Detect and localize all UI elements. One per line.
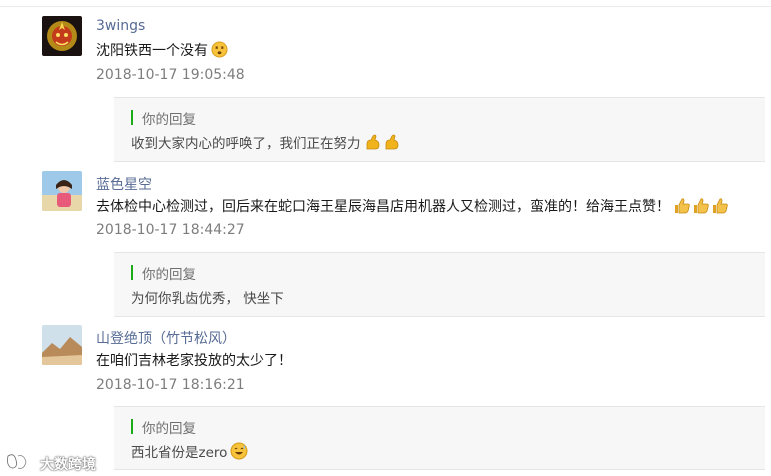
comment-text-content: 去体检中心检测过，回后来在蛇口海王星辰海昌店用机器人又检测过，蛮准的！给海王点赞… <box>96 199 670 215</box>
reply-text: 西北省份是zero <box>131 441 248 464</box>
author-reply: 你的回复 西北省份是zero <box>114 406 765 470</box>
avatar[interactable] <box>42 171 82 211</box>
watermark: 大数跨境 <box>4 451 108 473</box>
watermark-text: 大数跨境 <box>40 457 96 473</box>
reply-text-content: 为何你乳齿优秀， 快坐下 <box>131 291 284 307</box>
comment-text-content: 沈阳铁西一个没有 <box>96 43 208 59</box>
comment-author[interactable]: 3wings <box>96 18 145 34</box>
thumbs-up-emoji-icon <box>692 197 710 218</box>
reply-text-content: 收到大家内心的呼唤了，我们正在努力 <box>131 136 361 152</box>
comment-timestamp: 2018-10-17 18:44:27 <box>96 222 245 238</box>
reply-text: 收到大家内心的呼唤了，我们正在努力 <box>131 132 401 155</box>
comment-timestamp: 2018-10-17 18:16:21 <box>96 377 245 393</box>
grinning-sweat-emoji-icon <box>230 442 248 464</box>
watermark-logo-icon <box>4 452 36 476</box>
dizzy-face-emoji-icon <box>211 41 228 62</box>
reply-text: 为何你乳齿优秀， 快坐下 <box>131 287 284 307</box>
reply-indicator-bar <box>131 110 133 125</box>
flexed-biceps-emoji-icon <box>364 133 382 155</box>
author-reply: 你的回复 为何你乳齿优秀， 快坐下 <box>114 252 765 317</box>
avatar[interactable] <box>42 16 82 56</box>
reply-label: 你的回复 <box>142 112 196 128</box>
reply-label: 你的回复 <box>142 421 196 437</box>
comment-author[interactable]: 蓝色星空 <box>96 174 152 194</box>
comment-author[interactable]: 山登绝顶（竹节松风） <box>96 328 236 348</box>
comment-text: 去体检中心检测过，回后来在蛇口海王星辰海昌店用机器人又检测过，蛮准的！给海王点赞… <box>96 196 729 218</box>
comment-text: 沈阳铁西一个没有 <box>96 40 228 62</box>
comment-text: 在咱们吉林老家投放的太少了！ <box>96 350 292 370</box>
author-reply: 你的回复 收到大家内心的呼唤了，我们正在努力 <box>114 97 765 162</box>
divider <box>0 6 771 7</box>
reply-indicator-bar <box>131 419 133 434</box>
reply-label: 你的回复 <box>142 267 196 283</box>
reply-text-content: 西北省份是zero <box>131 445 228 461</box>
avatar[interactable] <box>42 325 82 365</box>
comment-text-content: 在咱们吉林老家投放的太少了！ <box>96 353 292 369</box>
flexed-biceps-emoji-icon <box>383 133 401 155</box>
reply-indicator-bar <box>131 265 133 280</box>
comment-timestamp: 2018-10-17 19:05:48 <box>96 67 245 83</box>
thumbs-up-emoji-icon <box>711 197 729 218</box>
thumbs-up-emoji-icon <box>673 197 691 218</box>
